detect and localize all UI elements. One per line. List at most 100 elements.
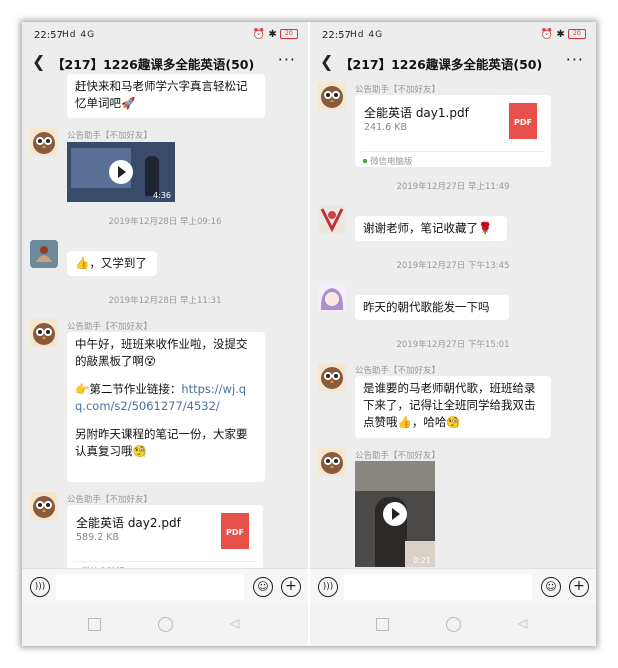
plus-icon[interactable]: + xyxy=(569,577,589,597)
signal-icon: Hd 4G xyxy=(62,30,96,40)
chat-title: 【217】1226趣课多全能英语(50) xyxy=(340,57,543,72)
file-size: 589.2 KB xyxy=(76,532,119,543)
play-icon[interactable] xyxy=(109,160,133,184)
input-bar: ))) ☺ + xyxy=(22,568,308,605)
message-bubble[interactable]: 谢谢老师，笔记收藏了🌹 xyxy=(355,216,507,241)
file-size: 241.6 KB xyxy=(364,122,407,133)
right-phone-screen: 22:57 Hd 4G ⏰ ✱ 20 ❮ 【217】1226趣课多全能英语(50… xyxy=(310,22,596,646)
file-name: 全能英语 day2.pdf xyxy=(76,516,181,530)
voice-icon[interactable]: ))) xyxy=(318,577,338,597)
file-message[interactable]: 全能英语 day1.pdf 241.6 KB PDF 微信电脑版 xyxy=(355,95,551,167)
back-icon[interactable]: ❮ xyxy=(320,52,333,71)
avatar[interactable] xyxy=(30,240,58,268)
file-message[interactable]: 全能英语 day2.pdf 589.2 KB PDF 微信电脑版 xyxy=(67,505,263,577)
sender-name: 公告助手【不加好友】 xyxy=(355,85,441,95)
battery-icon: 20 xyxy=(280,29,298,39)
homework-message-bubble[interactable]: 中午好，班班来收作业啦，没提交的敲黑板了啊😵 👉第二节作业链接：https://… xyxy=(67,332,265,482)
avatar[interactable] xyxy=(318,448,346,476)
back-nav-icon[interactable]: ◁ xyxy=(230,616,239,630)
file-name: 全能英语 day1.pdf xyxy=(364,106,469,120)
video-thumbnail-ceiling xyxy=(355,461,435,491)
plus-icon[interactable]: + xyxy=(281,577,301,597)
input-bar: ))) ☺ + xyxy=(310,568,596,605)
status-time: 22:57 xyxy=(322,30,351,41)
timestamp: 2019年12月28日 早上09:16 xyxy=(108,217,222,227)
sender-name: 公告助手【不加好友】 xyxy=(67,322,153,332)
video-thumbnail-person xyxy=(145,156,159,196)
video-duration: 4:36 xyxy=(153,191,171,200)
status-time: 22:57 xyxy=(34,30,63,41)
timestamp: 2019年12月27日 下午13:45 xyxy=(396,261,510,271)
timestamp: 2019年12月27日 下午15:01 xyxy=(396,340,510,350)
sender-name: 公告助手【不加好友】 xyxy=(355,451,441,461)
owl-avatar-icon xyxy=(33,132,55,154)
more-icon[interactable]: ··· xyxy=(566,50,584,69)
system-nav-bar: ◁ xyxy=(22,605,308,646)
timestamp: 2019年12月27日 早上11:49 xyxy=(396,182,510,192)
photo-avatar-icon xyxy=(30,240,58,268)
emoji-icon[interactable]: ☺ xyxy=(541,577,561,597)
emoji-icon[interactable]: ☺ xyxy=(253,577,273,597)
divider xyxy=(73,561,257,562)
alarm-bluetooth-icons: ⏰ ✱ xyxy=(540,29,565,40)
sender-name: 公告助手【不加好友】 xyxy=(67,495,153,505)
signal-icon: Hd 4G xyxy=(350,30,384,40)
chat-header: ❮ 【217】1226趣课多全能英语(50) ··· xyxy=(22,48,308,76)
timestamp: 2019年12月28日 早上11:31 xyxy=(108,296,222,306)
message-input[interactable] xyxy=(344,574,532,600)
message-text: 👉第二节作业链接：https://wj.qq.com/s2/5061277/45… xyxy=(75,381,257,415)
avatar[interactable] xyxy=(30,128,58,156)
home-icon[interactable] xyxy=(446,617,461,632)
status-icons: ⏰ ✱ 20 xyxy=(253,29,298,40)
chat-header: ❮ 【217】1226趣课多全能英语(50) ··· xyxy=(310,48,596,76)
pdf-file-icon: PDF xyxy=(509,103,537,139)
message-bubble[interactable]: 是谁要的马老师朝代歌，班班给录下来了，记得让全班同学给我双击点赞哦👍，哈哈🧐 xyxy=(355,376,551,438)
owl-avatar-icon xyxy=(321,452,343,474)
home-icon[interactable] xyxy=(158,617,173,632)
message-input[interactable] xyxy=(56,574,244,600)
status-bar: 22:57 Hd 4G ⏰ ✱ 20 xyxy=(22,22,308,48)
avatar[interactable] xyxy=(30,492,58,520)
recent-apps-icon[interactable] xyxy=(88,618,101,631)
pdf-file-icon: PDF xyxy=(221,513,249,549)
anime-avatar-icon xyxy=(318,284,346,312)
video-message[interactable]: 0:21 xyxy=(355,461,435,567)
avatar[interactable] xyxy=(318,363,346,391)
message-text: 中午好，班班来收作业啦，没提交的敲黑板了啊😵 xyxy=(75,337,248,368)
voice-icon[interactable]: ))) xyxy=(30,577,50,597)
sender-name: 公告助手【不加好友】 xyxy=(355,366,441,376)
recent-apps-icon[interactable] xyxy=(376,618,389,631)
avatar[interactable] xyxy=(318,82,346,110)
status-bar: 22:57 Hd 4G ⏰ ✱ 20 xyxy=(310,22,596,48)
sender-name: 公告助手【不加好友】 xyxy=(67,131,153,141)
left-phone-screen: 22:57 Hd 4G ⏰ ✱ 20 ❮ 【217】1226趣课多全能英语(50… xyxy=(22,22,308,646)
message-bubble[interactable]: 👍，又学到了 xyxy=(67,251,157,276)
video-message[interactable]: 4:36 xyxy=(67,142,175,202)
owl-avatar-icon xyxy=(321,86,343,108)
chat-title: 【217】1226趣课多全能英语(50) xyxy=(52,57,255,72)
alarm-bluetooth-icons: ⏰ ✱ xyxy=(252,29,277,40)
more-icon[interactable]: ··· xyxy=(278,50,296,69)
avatar[interactable] xyxy=(318,205,346,233)
divider xyxy=(361,151,545,152)
video-duration: 0:21 xyxy=(413,556,431,565)
battery-icon: 20 xyxy=(568,29,586,39)
owl-avatar-icon xyxy=(33,323,55,345)
message-text: 另附昨天课程的笔记一份，大家要认真复习哦🧐 xyxy=(75,427,248,458)
system-nav-bar: ◁ xyxy=(310,605,596,646)
message-bubble[interactable]: 赶快来和马老师学六字真言轻松记忆单词吧🚀 xyxy=(67,74,265,118)
wechat-pc-icon xyxy=(363,159,367,163)
status-icons: ⏰ ✱ 20 xyxy=(541,29,586,40)
message-text-prefix: 👉第二节作业链接： xyxy=(75,382,182,396)
message-bubble[interactable]: 昨天的朝代歌能发一下吗 xyxy=(355,295,509,320)
photo-avatar-icon xyxy=(318,205,346,233)
owl-avatar-icon xyxy=(321,367,343,389)
file-source: 微信电脑版 xyxy=(370,157,413,167)
owl-avatar-icon xyxy=(33,496,55,518)
screenshot-frame: 22:57 Hd 4G ⏰ ✱ 20 ❮ 【217】1226趣课多全能英语(50… xyxy=(22,22,596,646)
avatar[interactable] xyxy=(30,319,58,347)
play-icon[interactable] xyxy=(383,502,407,526)
avatar[interactable] xyxy=(318,284,346,312)
back-nav-icon[interactable]: ◁ xyxy=(518,616,527,630)
back-icon[interactable]: ❮ xyxy=(32,52,45,71)
